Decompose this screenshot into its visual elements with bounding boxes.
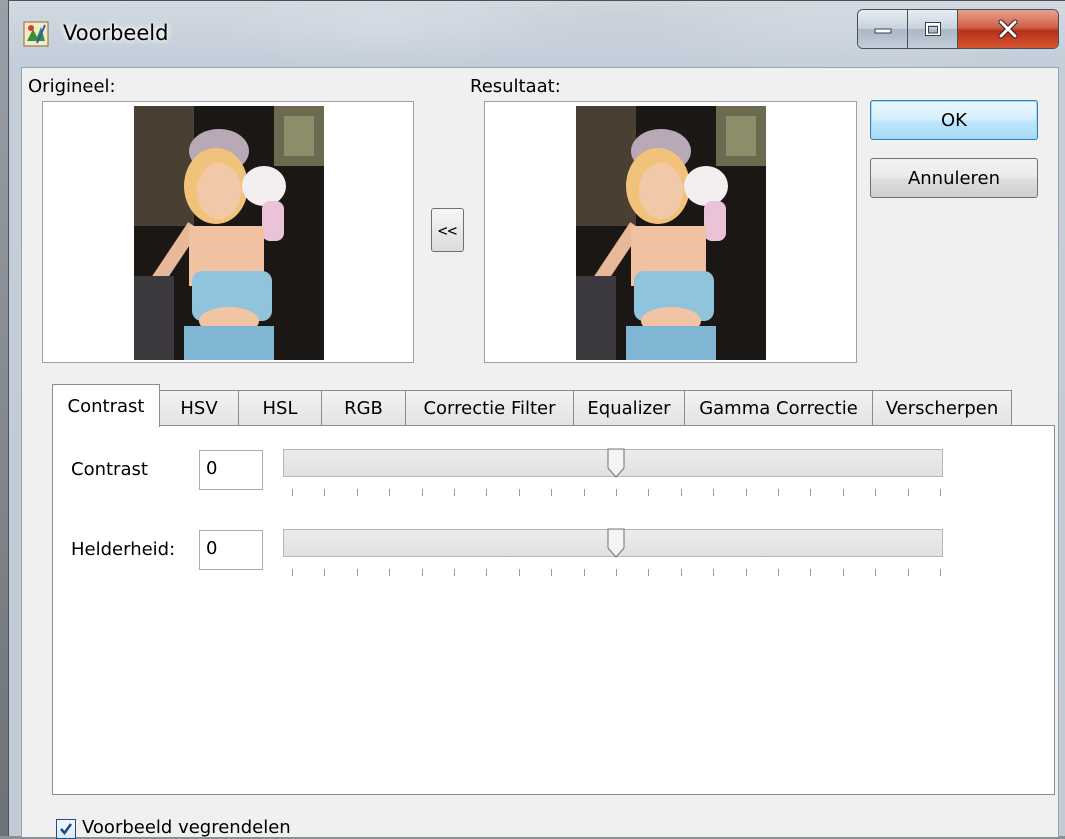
slider-tick xyxy=(648,569,650,576)
contrast-input[interactable]: 0 xyxy=(199,450,263,490)
maximize-button[interactable] xyxy=(908,10,958,48)
slider-tick xyxy=(518,489,520,496)
slider-tick xyxy=(356,569,358,576)
slider-tick xyxy=(745,489,747,496)
caption-buttons xyxy=(857,9,1059,49)
minimize-button[interactable] xyxy=(858,10,908,48)
contrast-label: Contrast xyxy=(71,459,148,480)
slider-tick xyxy=(907,569,909,576)
original-label: Origineel: xyxy=(28,76,116,97)
slider-tick xyxy=(389,569,391,576)
slider-tick xyxy=(875,489,877,496)
slider-tick xyxy=(648,489,650,496)
title-bar[interactable]: Voorbeeld xyxy=(9,1,1065,63)
slider-tick xyxy=(421,489,423,496)
slider-tick xyxy=(518,569,520,576)
brightness-slider-thumb[interactable] xyxy=(607,528,625,558)
slider-tick xyxy=(324,569,326,576)
slider-tick xyxy=(551,489,553,496)
slider-tick xyxy=(745,569,747,576)
slider-tick xyxy=(421,569,423,576)
lock-preview-label: Voorbeeld vegrendelen xyxy=(82,817,291,838)
slider-tick xyxy=(454,489,455,496)
slider-tick xyxy=(356,489,358,496)
copy-result-to-original-button[interactable]: << xyxy=(431,208,464,252)
tab-rgb[interactable]: RGB xyxy=(321,390,406,426)
slider-tick xyxy=(551,569,553,576)
preview-dialog: Voorbeeld Origineel: Resultaat: << OK An… xyxy=(8,0,1065,839)
slider-tick xyxy=(713,569,715,576)
tab-correction-filter[interactable]: Correctie Filter xyxy=(405,390,574,426)
brightness-slider-ticks xyxy=(292,569,942,579)
slider-tick xyxy=(875,569,877,576)
slider-tick xyxy=(778,489,779,496)
slider-tick xyxy=(713,489,715,496)
slider-tick xyxy=(616,489,617,496)
contrast-tab-panel: Contrast 0 Helderheid: 0 xyxy=(52,425,1055,795)
contrast-slider-ticks xyxy=(292,489,942,499)
tab-equalizer[interactable]: Equalizer xyxy=(573,390,685,426)
slider-tick xyxy=(583,569,585,576)
original-photo xyxy=(134,106,324,360)
slider-tick xyxy=(616,569,617,576)
slider-tick xyxy=(940,489,941,496)
contrast-slider-thumb[interactable] xyxy=(607,448,625,478)
tab-gamma-correction[interactable]: Gamma Correctie xyxy=(684,390,873,426)
tab-hsl[interactable]: HSL xyxy=(238,390,322,426)
result-label: Resultaat: xyxy=(470,76,561,97)
dialog-client-area: Origineel: Resultaat: << OK Annuleren Co… xyxy=(21,67,1059,839)
slider-tick xyxy=(680,569,682,576)
slider-tick xyxy=(292,569,293,576)
slider-tick xyxy=(454,569,455,576)
tab-contrast[interactable]: Contrast xyxy=(52,384,160,427)
brightness-label: Helderheid: xyxy=(71,539,176,560)
slider-tick xyxy=(842,569,844,576)
slider-tick xyxy=(842,489,844,496)
result-photo xyxy=(576,106,766,360)
slider-tick xyxy=(583,489,585,496)
slider-tick xyxy=(778,569,779,576)
slider-tick xyxy=(389,489,391,496)
result-preview-box xyxy=(484,101,857,363)
tab-sharpen[interactable]: Verscherpen xyxy=(872,390,1012,426)
lock-preview-checkbox[interactable] xyxy=(56,819,76,839)
original-preview-box xyxy=(42,101,414,363)
window-title: Voorbeeld xyxy=(63,21,169,45)
minimize-icon xyxy=(874,28,891,34)
checkmark-icon xyxy=(60,823,73,836)
slider-tick xyxy=(486,569,488,576)
close-button[interactable] xyxy=(958,10,1058,48)
slider-tick xyxy=(680,489,682,496)
slider-tick xyxy=(810,569,812,576)
paint-icon xyxy=(23,21,49,47)
slider-tick xyxy=(940,569,941,576)
slider-tick xyxy=(810,489,812,496)
cancel-button[interactable]: Annuleren xyxy=(870,158,1038,198)
tab-hsv[interactable]: HSV xyxy=(159,390,239,426)
slider-tick xyxy=(486,489,488,496)
close-icon xyxy=(998,19,1018,39)
slider-tick xyxy=(324,489,326,496)
maximize-icon xyxy=(924,22,941,36)
brightness-input[interactable]: 0 xyxy=(199,530,263,570)
slider-tick xyxy=(292,489,293,496)
ok-button[interactable]: OK xyxy=(870,100,1038,140)
slider-tick xyxy=(907,489,909,496)
